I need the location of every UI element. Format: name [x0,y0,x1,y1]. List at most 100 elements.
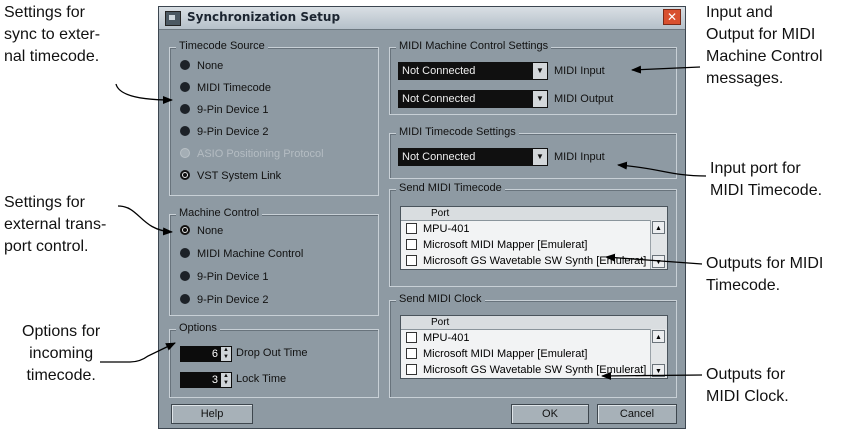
title-bar[interactable]: Synchronization Setup ✕ [159,7,685,30]
annotation-outputs-mtc: Outputs for MIDI Timecode. [706,253,823,297]
dialog-title: Synchronization Setup [187,10,341,24]
vertical-scrollbar[interactable]: ▲ ▼ [650,329,667,378]
app-icon [165,11,181,26]
send-mtc-legend: Send MIDI Timecode [396,182,505,194]
port-checkbox[interactable] [406,239,417,250]
lock-time-label: Lock Time [236,373,287,385]
radio-tc-midi-timecode[interactable]: MIDI Timecode [180,82,271,96]
port-column-label: Port [431,317,450,328]
radio-mc-mmc[interactable]: MIDI Machine Control [180,248,303,262]
annotation-line: Input port for [710,160,801,177]
mtc-input-select[interactable]: Not Connected ▼ [398,148,548,166]
radio-dot-icon [180,104,190,115]
port-checkbox[interactable] [406,223,417,234]
annotation-transport-control: Settings for external trans- port contro… [4,192,106,258]
mmc-settings-group: MIDI Machine Control Settings Not Connec… [389,40,677,115]
radio-mc-9pin-2[interactable]: 9-Pin Device 2 [180,294,269,308]
cancel-button[interactable]: Cancel [597,404,677,424]
annotation-line: Outputs for MIDI [706,255,824,272]
radio-tc-9pin-2[interactable]: 9-Pin Device 2 [180,126,269,140]
radio-dot-icon [180,248,190,259]
chevron-down-icon[interactable]: ▼ [533,149,547,165]
radio-tc-vst-system-link[interactable]: VST System Link [180,170,281,184]
annotation-line: Machine Control [706,48,823,65]
annotation-line: Outputs for [706,366,786,383]
close-button[interactable]: ✕ [663,9,681,25]
scroll-up-icon[interactable]: ▲ [652,221,665,234]
send-clock-port-list[interactable]: Port MPU-401 Microsoft MIDI Mapper [Emul… [400,315,668,379]
radio-label: ASIO Positioning Protocol [197,148,324,160]
list-item[interactable]: MPU-401 [401,221,649,237]
lock-value: 3 [211,374,218,386]
annotation-line: MIDI Clock. [706,388,789,405]
scroll-down-icon[interactable]: ▼ [652,255,665,268]
port-checkbox[interactable] [406,255,417,266]
port-column-header: Port [401,316,667,330]
radio-label: 9-Pin Device 1 [197,271,269,283]
mmc-output-select[interactable]: Not Connected ▼ [398,90,548,108]
radio-dot-icon [180,271,190,282]
drop-out-time-label: Drop Out Time [236,347,308,359]
list-item[interactable]: MPU-401 [401,330,649,346]
annotation-line: messages. [706,70,784,87]
port-checkbox[interactable] [406,364,417,375]
radio-label: 9-Pin Device 2 [197,126,269,138]
radio-mc-9pin-1[interactable]: 9-Pin Device 1 [180,271,269,285]
chevron-down-icon[interactable]: ▼ [533,63,547,79]
radio-label: MIDI Timecode [197,82,271,94]
synchronization-setup-dialog: Synchronization Setup ✕ Timecode Source … [158,6,686,429]
annotation-line: Timecode. [706,277,781,294]
machine-control-legend: Machine Control [176,207,263,219]
list-item[interactable]: Microsoft GS Wavetable SW Synth [Emulera… [401,362,649,378]
radio-label: 9-Pin Device 2 [197,294,269,306]
stepper-arrows-icon[interactable]: ▲ ▼ [221,373,231,387]
options-legend: Options [176,322,220,334]
annotation-line: timecode. [26,367,96,384]
radio-tc-asio: ASIO Positioning Protocol [180,148,324,162]
annotation-line: external trans- [4,216,107,233]
help-button[interactable]: Help [171,404,253,424]
radio-label: None [197,60,224,72]
port-checkbox[interactable] [406,332,417,343]
list-item[interactable]: Microsoft MIDI Mapper [Emulerat] [401,346,649,362]
drop-out-time-stepper[interactable]: 6 ▲ ▼ [180,346,232,362]
mmc-input-value: Not Connected [402,65,476,77]
mtc-settings-legend: MIDI Timecode Settings [396,126,519,138]
radio-dot-icon [180,60,190,71]
radio-dot-icon [180,82,190,93]
port-name: Microsoft GS Wavetable SW Synth [Emulera… [423,364,647,376]
list-item[interactable]: Microsoft GS Wavetable SW Synth [Emulera… [401,253,649,269]
radio-dot-icon [180,148,190,159]
list-item[interactable]: Microsoft MIDI Mapper [Emulerat] [401,237,649,253]
annotation-line: port control. [4,238,89,255]
scroll-down-icon[interactable]: ▼ [652,364,665,377]
annotation-line: sync to exter- [4,26,101,43]
annotation-incoming-timecode: Options for incoming timecode. [22,321,100,387]
send-mtc-group: Send MIDI Timecode Port MPU-401 Microsof… [389,182,677,287]
vertical-scrollbar[interactable]: ▲ ▼ [650,220,667,269]
radio-mc-none[interactable]: None [180,225,223,239]
timecode-source-group: Timecode Source None MIDI Timecode 9-Pin… [169,40,379,196]
send-clock-group: Send MIDI Clock Port MPU-401 Microsoft M… [389,293,677,398]
radio-tc-none[interactable]: None [180,60,223,74]
timecode-source-legend: Timecode Source [176,40,268,52]
mmc-input-label: MIDI Input [554,65,605,77]
port-checkbox[interactable] [406,348,417,359]
ok-button[interactable]: OK [511,404,589,424]
stepper-arrows-icon[interactable]: ▲ ▼ [221,347,231,361]
radio-label: MIDI Machine Control [197,248,304,260]
chevron-down-icon[interactable]: ▼ [533,91,547,107]
send-mtc-port-list[interactable]: Port MPU-401 Microsoft MIDI Mapper [Emul… [400,206,668,270]
mmc-input-select[interactable]: Not Connected ▼ [398,62,548,80]
radio-tc-9pin-1[interactable]: 9-Pin Device 1 [180,104,269,118]
mtc-settings-group: MIDI Timecode Settings Not Connected ▼ MI… [389,126,677,179]
annotation-line: Settings for [4,4,85,21]
port-name: Microsoft GS Wavetable SW Synth [Emulera… [423,255,647,267]
scroll-up-icon[interactable]: ▲ [652,330,665,343]
annotation-line: Output for MIDI [706,26,816,43]
drop-out-value: 6 [211,348,218,360]
annotation-sync-timecode: Settings for sync to exter- nal timecode… [4,2,100,68]
port-name: Microsoft MIDI Mapper [Emulerat] [423,348,588,360]
lock-time-stepper[interactable]: 3 ▲ ▼ [180,372,232,388]
annotation-line: MIDI Timecode. [710,182,823,199]
